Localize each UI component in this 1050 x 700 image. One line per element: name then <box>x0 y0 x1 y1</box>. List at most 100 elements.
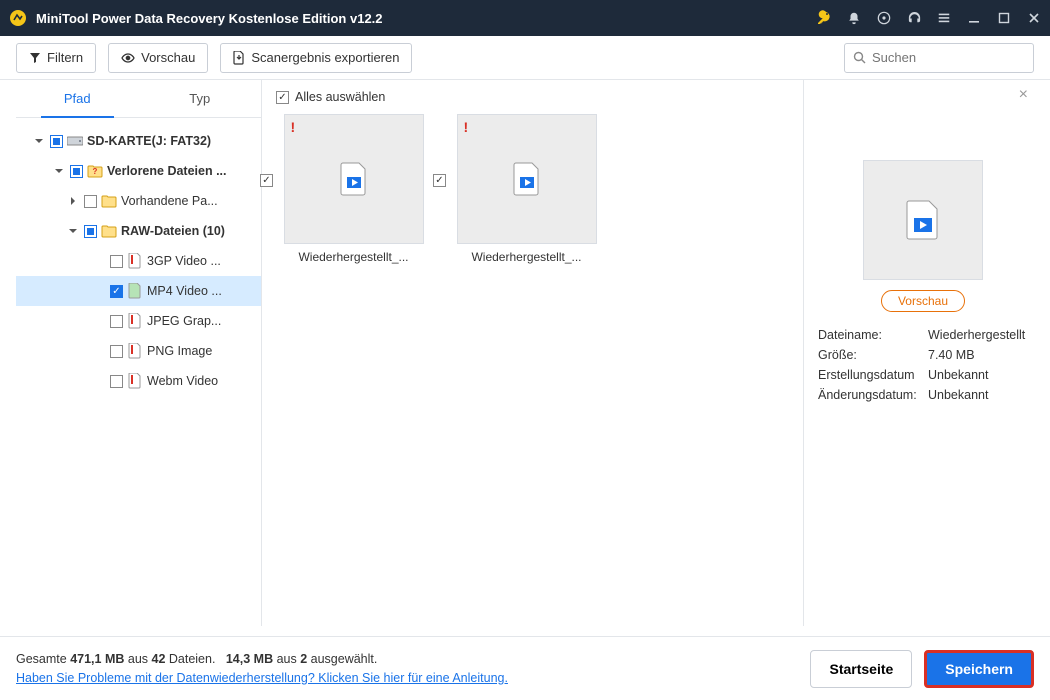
checkbox-leaf[interactable] <box>110 255 123 268</box>
support-icon[interactable] <box>906 10 922 26</box>
file-checkbox[interactable] <box>433 174 446 187</box>
menu-icon[interactable] <box>936 10 952 26</box>
filter-label: Filtern <box>47 50 83 65</box>
tree-leaf-label: JPEG Grap... <box>147 314 221 328</box>
close-icon[interactable] <box>1026 10 1042 26</box>
filter-icon <box>29 52 41 64</box>
export-label: Scanergebnis exportieren <box>251 50 399 65</box>
tree-leaf[interactable]: 3GP Video ... <box>16 246 261 276</box>
titlebar-actions <box>816 10 1042 26</box>
file-item[interactable]: ! Wiederhergestellt_... <box>276 114 431 264</box>
file-name: Wiederhergestellt_... <box>471 250 581 264</box>
chevron-down-icon[interactable] <box>32 134 46 148</box>
tree-leaf-label: 3GP Video ... <box>147 254 221 268</box>
maximize-icon[interactable] <box>996 10 1012 26</box>
filetype-icon <box>127 343 143 359</box>
chevron-right-icon[interactable] <box>66 194 80 208</box>
meta-key: Änderungsdatum: <box>818 388 928 402</box>
file-item[interactable]: ! Wiederhergestellt_... <box>449 114 604 264</box>
checkbox-drive[interactable] <box>50 135 63 148</box>
drive-icon <box>67 133 83 149</box>
chevron-down-icon[interactable] <box>66 224 80 238</box>
preview-meta-row: Änderungsdatum:Unbekannt <box>818 388 1028 402</box>
notifications-icon[interactable] <box>846 10 862 26</box>
file-checkbox[interactable] <box>260 174 273 187</box>
chevron-down-icon[interactable] <box>52 164 66 178</box>
filetype-icon <box>127 283 143 299</box>
license-key-icon[interactable] <box>816 10 832 26</box>
footer-total-files: 42 <box>152 652 166 666</box>
footer: Gesamte 471,1 MB aus 42 Dateien. 14,3 MB… <box>0 636 1050 700</box>
meta-value: Wiederhergestellt <box>928 328 1028 342</box>
warning-icon: ! <box>464 119 469 135</box>
tree-leaf-label: MP4 Video ... <box>147 284 222 298</box>
footer-text: Gesamte <box>16 652 70 666</box>
meta-key: Größe: <box>818 348 928 362</box>
titlebar: MiniTool Power Data Recovery Kostenlose … <box>0 0 1050 36</box>
tree-root-drive[interactable]: SD-KARTE(J: FAT32) <box>16 126 261 156</box>
checkbox-raw[interactable] <box>84 225 97 238</box>
tab-type[interactable]: Typ <box>139 80 262 117</box>
preview-meta-row: ErstellungsdatumUnbekannt <box>818 368 1028 382</box>
file-thumbnail: ! <box>284 114 424 244</box>
preview-button[interactable]: Vorschau <box>881 290 965 312</box>
eye-icon <box>121 52 135 64</box>
main-area: Pfad Typ SD-KARTE(J: FAT32) ? Verlorene … <box>0 80 1050 636</box>
footer-info: Gesamte 471,1 MB aus 42 Dateien. 14,3 MB… <box>16 650 810 688</box>
tab-path[interactable]: Pfad <box>16 80 139 117</box>
tree-label: SD-KARTE(J: FAT32) <box>87 134 211 148</box>
preview-toggle-button[interactable]: Vorschau <box>108 43 208 73</box>
tree-leaf[interactable]: Webm Video <box>16 366 261 396</box>
help-link[interactable]: Haben Sie Probleme mit der Datenwiederhe… <box>16 671 508 685</box>
filter-button[interactable]: Filtern <box>16 43 96 73</box>
tree-leaf[interactable]: JPEG Grap... <box>16 306 261 336</box>
select-all-label: Alles auswählen <box>295 90 385 104</box>
tree-raw-files[interactable]: RAW-Dateien (10) <box>16 216 261 246</box>
tree-label: RAW-Dateien (10) <box>121 224 225 238</box>
file-tree: SD-KARTE(J: FAT32) ? Verlorene Dateien .… <box>16 118 261 626</box>
file-name: Wiederhergestellt_... <box>298 250 408 264</box>
filetype-icon <box>127 373 143 389</box>
checkbox-leaf[interactable] <box>110 375 123 388</box>
disc-icon[interactable] <box>876 10 892 26</box>
search-box[interactable] <box>844 43 1034 73</box>
window-title: MiniTool Power Data Recovery Kostenlose … <box>36 11 816 26</box>
select-all-row[interactable]: ✓ Alles auswählen <box>276 90 789 104</box>
save-button[interactable]: Speichern <box>924 650 1034 688</box>
tree-leaf-label: PNG Image <box>147 344 212 358</box>
app-logo-icon <box>8 8 28 28</box>
tree-label: Vorhandene Pa... <box>121 194 218 208</box>
folder-icon <box>101 223 117 239</box>
folder-question-icon: ? <box>87 163 103 179</box>
result-tabs: Pfad Typ <box>16 80 261 118</box>
export-button[interactable]: Scanergebnis exportieren <box>220 43 412 73</box>
meta-key: Erstellungsdatum <box>818 368 928 382</box>
tree-existing-partitions[interactable]: Vorhandene Pa... <box>16 186 261 216</box>
minimize-icon[interactable] <box>966 10 982 26</box>
search-input[interactable] <box>872 50 1048 65</box>
tree-leaf-label: Webm Video <box>147 374 218 388</box>
home-button[interactable]: Startseite <box>810 650 912 688</box>
checkbox-existing[interactable] <box>84 195 97 208</box>
tree-label: Verlorene Dateien ... <box>107 164 227 178</box>
checkbox-lost[interactable] <box>70 165 83 178</box>
file-grid: ! Wiederhergestellt_...! Wiederhergestellt… <box>276 114 789 264</box>
checkbox-leaf[interactable]: ✓ <box>110 285 123 298</box>
tree-lost-files[interactable]: ? Verlorene Dateien ... <box>16 156 261 186</box>
preview-meta-row: Größe:7.40 MB <box>818 348 1028 362</box>
close-preview-icon[interactable]: × <box>1019 86 1028 104</box>
svg-text:?: ? <box>93 167 98 176</box>
footer-total-size: 471,1 MB <box>70 652 124 666</box>
checkbox-leaf[interactable] <box>110 315 123 328</box>
preview-meta-row: Dateiname:Wiederhergestellt <box>818 328 1028 342</box>
search-icon <box>853 51 866 64</box>
folder-icon <box>101 193 117 209</box>
warning-icon: ! <box>291 119 296 135</box>
left-panel: Pfad Typ SD-KARTE(J: FAT32) ? Verlorene … <box>16 80 261 626</box>
tree-leaf[interactable]: ✓ MP4 Video ... <box>16 276 261 306</box>
select-all-checkbox[interactable]: ✓ <box>276 91 289 104</box>
tree-leaf[interactable]: PNG Image <box>16 336 261 366</box>
file-thumbnail: ! <box>457 114 597 244</box>
checkbox-leaf[interactable] <box>110 345 123 358</box>
results-panel: ✓ Alles auswählen ! Wiederhergestellt_...… <box>261 80 804 626</box>
